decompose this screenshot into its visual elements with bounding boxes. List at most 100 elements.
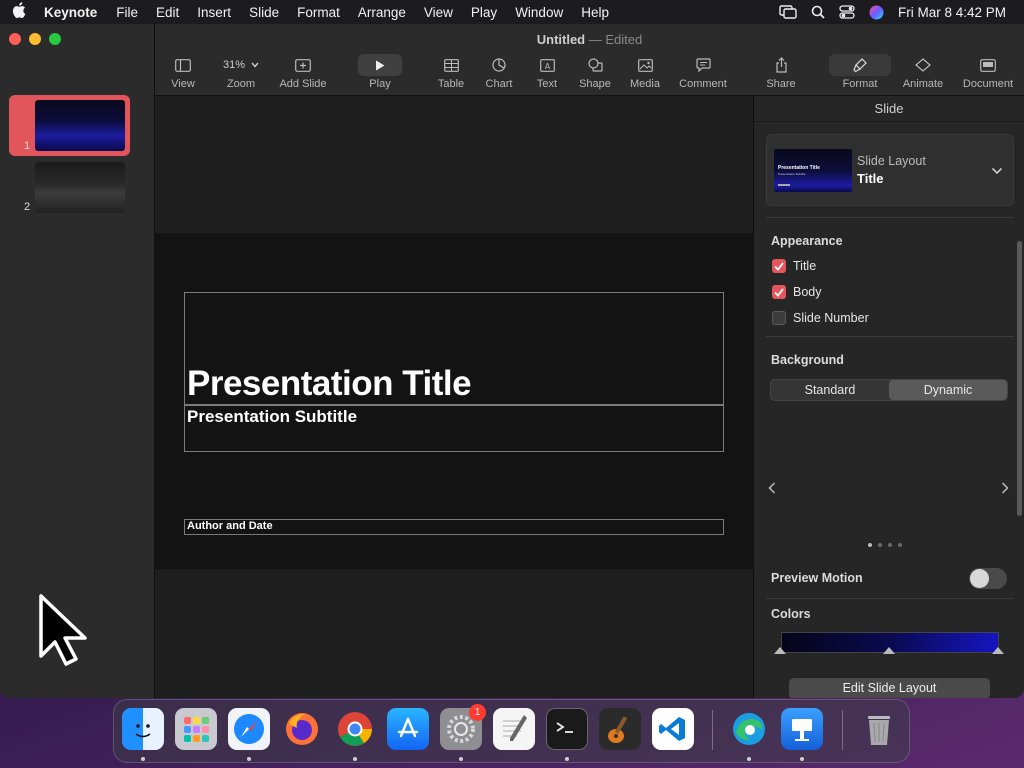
shape-button[interactable]: Shape [576, 54, 614, 90]
layout-thumb-subtitle: Presentation Subtitle [778, 172, 806, 176]
siri-icon[interactable] [869, 5, 884, 20]
background-heading: Background [771, 353, 844, 367]
terminal-icon[interactable] [546, 708, 588, 750]
body-checkbox[interactable] [772, 285, 786, 299]
background-segmented-control: Standard Dynamic [770, 379, 1008, 401]
appearance-heading: Appearance [771, 234, 843, 248]
running-indicator [800, 757, 804, 761]
running-indicator [247, 757, 251, 761]
spotlight-search-icon[interactable] [811, 5, 825, 19]
share-button[interactable]: Share [764, 54, 798, 90]
background-dynamic-option[interactable]: Dynamic [889, 380, 1007, 400]
view-button[interactable]: View [167, 54, 199, 90]
apple-menu-icon[interactable] [0, 1, 38, 23]
preview-motion-toggle[interactable] [969, 568, 1007, 589]
slide-layout-label: Slide Layout [857, 154, 926, 168]
textedit-icon[interactable] [493, 708, 535, 750]
app-menu-keynote[interactable]: Keynote [38, 5, 107, 20]
page-dot[interactable] [888, 543, 892, 547]
shape-label: Shape [579, 78, 611, 90]
gradient-stop-handle[interactable] [774, 647, 786, 654]
page-dot[interactable] [868, 543, 872, 547]
slide-thumbnail-1[interactable] [35, 100, 125, 151]
body-checkbox-row[interactable]: Body [772, 285, 822, 299]
vscode-icon[interactable] [652, 708, 694, 750]
chevron-down-icon[interactable] [991, 162, 1003, 180]
title-checkbox-row[interactable]: Title [772, 259, 816, 273]
slide-number-checkbox-row[interactable]: Slide Number [772, 311, 869, 325]
edge-icon[interactable] [728, 708, 770, 750]
firefox-icon[interactable] [281, 708, 323, 750]
chevron-left-icon[interactable] [768, 481, 776, 499]
running-indicator [353, 757, 357, 761]
current-slide[interactable]: Presentation Title Presentation Subtitle… [155, 233, 753, 569]
garageband-icon[interactable] [599, 708, 641, 750]
gradient-stop-handle[interactable] [992, 647, 1004, 654]
chevron-down-icon [251, 59, 259, 71]
chrome-icon[interactable] [334, 708, 376, 750]
zoom-window-button[interactable] [49, 33, 61, 45]
format-button[interactable]: Format [829, 54, 891, 90]
dock: 1 [113, 699, 910, 763]
animate-button[interactable]: Animate [901, 54, 945, 90]
zoom-button[interactable]: 31% Zoom [217, 54, 265, 90]
table-button[interactable]: Table [434, 54, 468, 90]
title-checkbox-label: Title [793, 259, 817, 273]
slide-author-text[interactable]: Author and Date [187, 520, 273, 532]
slide-layout-selector[interactable]: Presentation Title Presentation Subtitle… [766, 134, 1014, 206]
document-button[interactable]: Document [959, 54, 1017, 90]
slide-canvas[interactable]: Presentation Title Presentation Subtitle… [155, 96, 753, 698]
slide-thumbnail-2[interactable] [35, 162, 125, 213]
slide-title-text[interactable]: Presentation Title [187, 364, 472, 404]
inspector-tab-slide[interactable]: Slide [754, 96, 1024, 122]
screen-mirroring-icon[interactable] [779, 5, 797, 19]
media-button[interactable]: Media [627, 54, 663, 90]
slide-subtitle-text[interactable]: Presentation Subtitle [187, 407, 357, 427]
launchpad-icon[interactable] [175, 708, 217, 750]
table-icon [434, 54, 468, 76]
animate-label: Animate [902, 78, 944, 90]
document-label: Document [962, 78, 1014, 90]
menu-play[interactable]: Play [462, 5, 506, 20]
close-window-button[interactable] [9, 33, 21, 45]
page-dot[interactable] [898, 543, 902, 547]
divider [766, 217, 1014, 218]
play-icon [358, 54, 402, 76]
menu-edit[interactable]: Edit [147, 5, 188, 20]
menu-file[interactable]: File [107, 5, 147, 20]
system-settings-icon[interactable]: 1 [440, 704, 486, 750]
menu-view[interactable]: View [415, 5, 462, 20]
play-button[interactable]: Play [358, 54, 402, 90]
app-store-icon[interactable] [387, 708, 429, 750]
view-label: View [171, 78, 195, 90]
safari-icon[interactable] [228, 708, 270, 750]
notification-badge: 1 [469, 704, 486, 721]
trash-icon[interactable] [858, 708, 900, 750]
keynote-icon[interactable] [781, 708, 823, 750]
page-dot[interactable] [878, 543, 882, 547]
minimize-window-button[interactable] [29, 33, 41, 45]
dock-separator [842, 710, 843, 750]
menu-slide[interactable]: Slide [240, 5, 288, 20]
finder-icon[interactable] [122, 708, 164, 750]
control-center-icon[interactable] [839, 5, 855, 19]
menu-window[interactable]: Window [506, 5, 572, 20]
text-button[interactable]: A Text [532, 54, 562, 90]
layout-thumb-title: Presentation Title [778, 165, 820, 171]
inspector-scrollbar[interactable] [1017, 241, 1022, 516]
gradient-stop-handle[interactable] [883, 647, 895, 654]
document-title: Untitled — Edited [155, 32, 1024, 47]
menu-arrange[interactable]: Arrange [349, 5, 415, 20]
comment-button[interactable]: Comment [676, 54, 730, 90]
menu-insert[interactable]: Insert [188, 5, 240, 20]
background-standard-option[interactable]: Standard [771, 380, 889, 400]
menu-clock[interactable]: Fri Mar 8 4:42 PM [898, 5, 1006, 20]
add-slide-button[interactable]: Add Slide [277, 54, 329, 90]
slide-number-checkbox[interactable] [772, 311, 786, 325]
title-checkbox[interactable] [772, 259, 786, 273]
menu-format[interactable]: Format [288, 5, 349, 20]
chart-button[interactable]: Chart [482, 54, 516, 90]
menu-help[interactable]: Help [572, 5, 618, 20]
edit-slide-layout-button[interactable]: Edit Slide Layout [789, 678, 990, 698]
chevron-right-icon[interactable] [1001, 481, 1009, 499]
